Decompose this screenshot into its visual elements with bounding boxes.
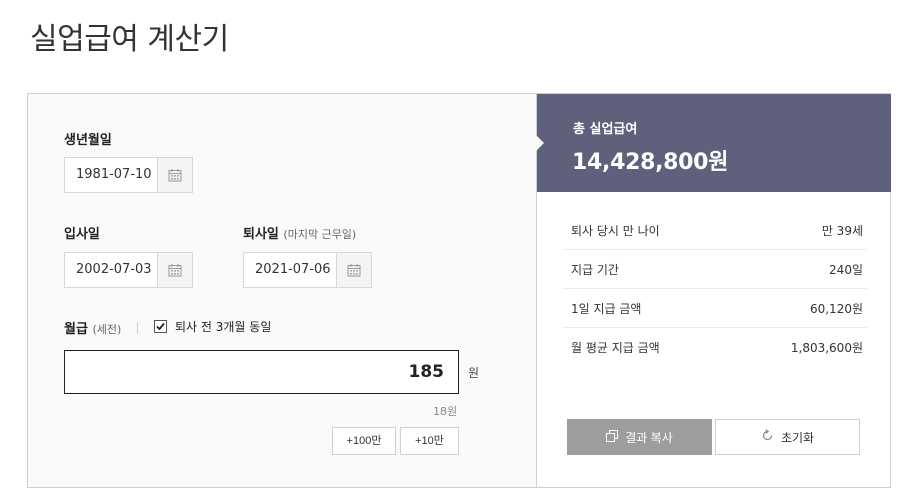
calculator-panel: 생년월일 1981-07-10 입사일 2002-07-03 퇴사일 (마지막 … <box>27 93 891 488</box>
calendar-icon[interactable] <box>336 253 371 287</box>
result-row: 1일 지급 금액 60,120원 <box>562 289 867 328</box>
result-row: 퇴사 당시 만 나이 만 39세 <box>562 211 867 250</box>
result-row-value: 60,120원 <box>809 301 863 316</box>
leave-date-field[interactable]: 2021-07-06 <box>243 252 372 288</box>
birthdate-field[interactable]: 1981-07-10 <box>64 157 193 193</box>
join-date-value[interactable]: 2002-07-03 <box>65 253 157 287</box>
birthdate-value[interactable]: 1981-07-10 <box>65 158 157 192</box>
result-row-value: 240일 <box>829 262 863 277</box>
input-pane: 생년월일 1981-07-10 입사일 2002-07-03 퇴사일 (마지막 … <box>28 94 536 487</box>
salary-label-sub: (세전) <box>92 323 122 336</box>
label-divider <box>137 322 138 334</box>
join-date-field[interactable]: 2002-07-03 <box>64 252 193 288</box>
salary-label: 월급 (세전) <box>64 318 121 337</box>
salary-label-text: 월급 <box>64 322 88 337</box>
same-3-months-label: 퇴사 전 3개월 동일 <box>175 320 272 334</box>
salary-unit: 원 <box>468 366 480 380</box>
result-row-value: 1,803,600원 <box>790 341 863 355</box>
reset-label: 초기화 <box>780 430 815 445</box>
result-row-value: 만 39세 <box>821 223 863 238</box>
salary-hint: 18원 <box>433 405 458 418</box>
calendar-icon[interactable] <box>157 158 192 192</box>
checkbox-checked-icon[interactable] <box>154 320 167 333</box>
join-date-label: 입사일 <box>64 227 100 242</box>
result-caption: 총 실업급여 <box>573 122 638 137</box>
pointer-arrow <box>536 135 544 151</box>
result-row-label: 월 평균 지급 금액 <box>571 341 660 355</box>
result-row-label: 1일 지급 금액 <box>571 301 642 316</box>
same-3-months-option[interactable]: 퇴사 전 3개월 동일 <box>154 318 271 335</box>
add-100k-button[interactable]: +10만 <box>400 427 459 455</box>
add-1m-button[interactable]: +100만 <box>332 427 396 455</box>
refresh-icon <box>761 429 774 445</box>
page-title: 실업급여 계산기 <box>30 22 229 57</box>
total-benefit-amount: 14,428,800원 <box>572 150 729 175</box>
birthdate-label: 생년월일 <box>64 133 112 148</box>
salary-input[interactable]: 185 <box>64 350 459 394</box>
result-row: 월 평균 지급 금액 1,803,600원 <box>562 328 867 367</box>
calendar-icon[interactable] <box>157 253 192 287</box>
result-pane: 총 실업급여 14,428,800원 퇴사 당시 만 나이 만 39세 지급 기… <box>536 94 891 487</box>
leave-date-label: 퇴사일 (마지막 근무일) <box>243 223 356 242</box>
result-row: 지급 기간 240일 <box>562 250 867 289</box>
result-row-label: 지급 기간 <box>571 262 619 277</box>
copy-icon <box>606 429 619 445</box>
result-row-label: 퇴사 당시 만 나이 <box>571 223 660 238</box>
copy-result-button[interactable]: 결과 복사 <box>567 419 712 455</box>
leave-date-label-text: 퇴사일 <box>243 227 279 242</box>
copy-result-label: 결과 복사 <box>625 430 673 445</box>
result-details: 퇴사 당시 만 나이 만 39세 지급 기간 240일 1일 지급 금액 60,… <box>562 211 867 367</box>
reset-button[interactable]: 초기화 <box>715 419 860 455</box>
result-summary: 총 실업급여 14,428,800원 <box>536 94 891 192</box>
leave-date-value[interactable]: 2021-07-06 <box>244 253 336 287</box>
leave-date-label-sub: (마지막 근무일) <box>283 228 357 241</box>
